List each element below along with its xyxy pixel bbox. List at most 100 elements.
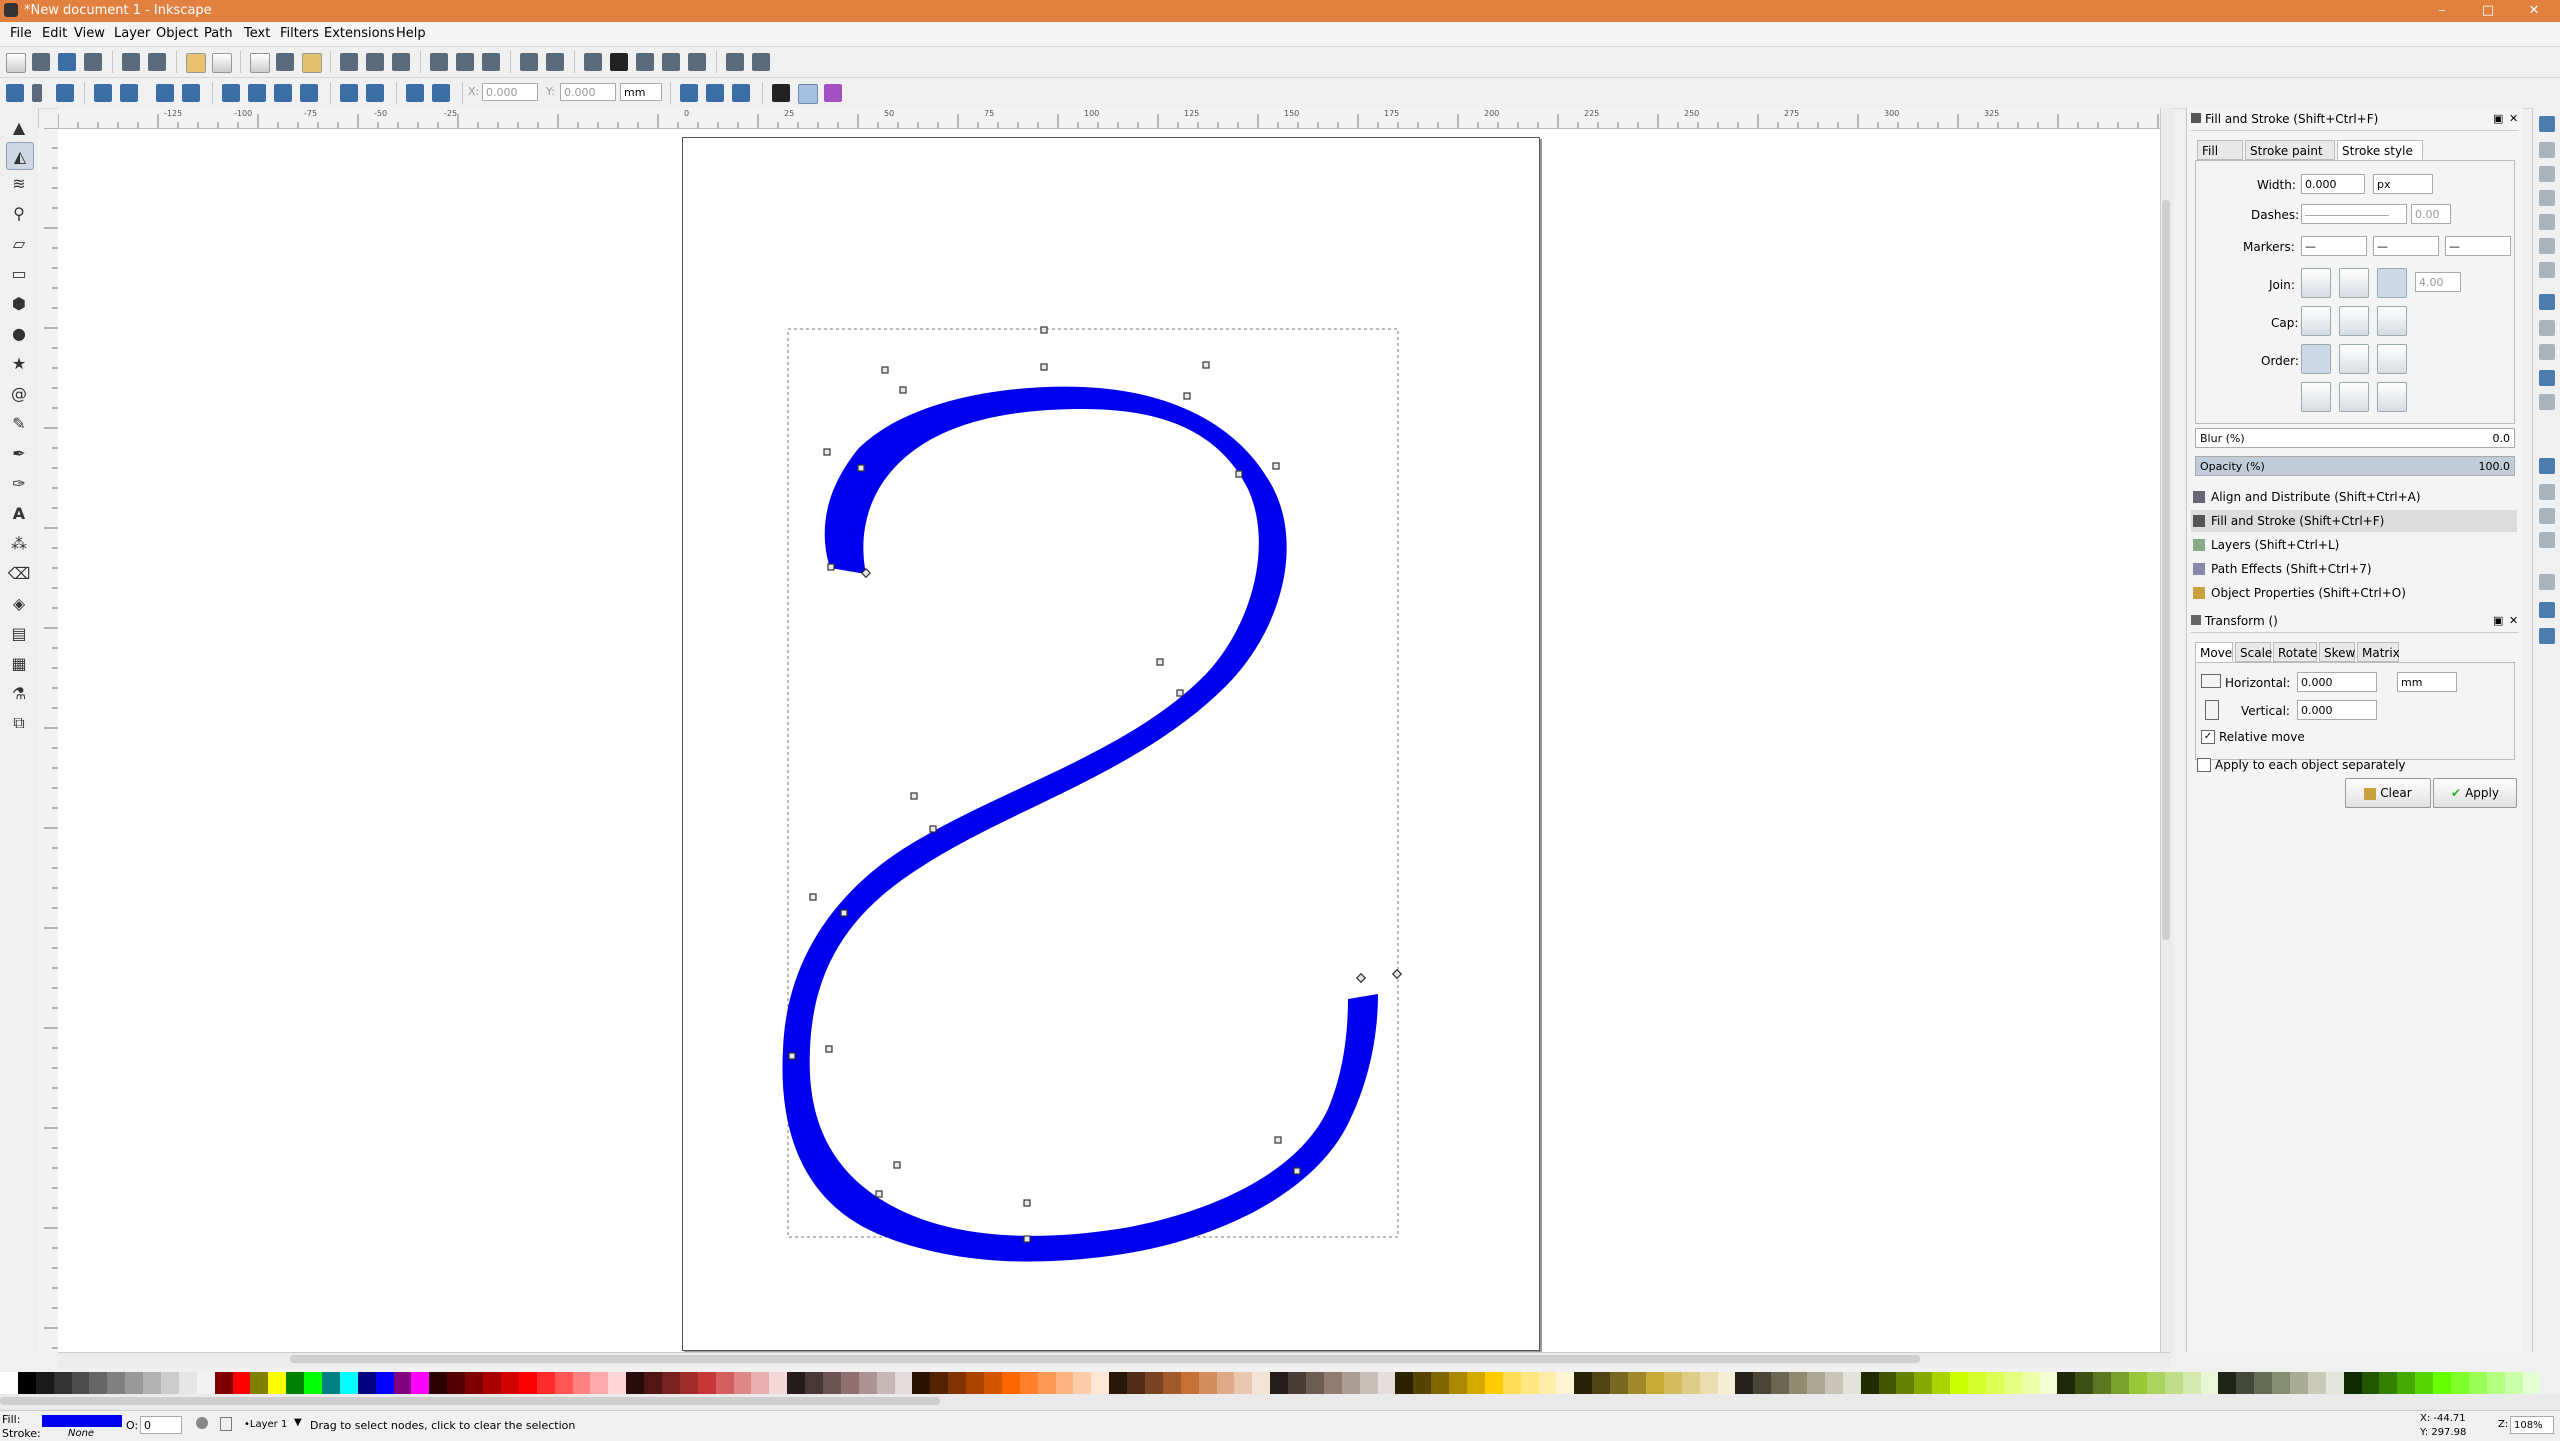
x-coordinate-input[interactable]: 0.000 <box>482 83 538 101</box>
dashes-select[interactable] <box>2301 204 2407 224</box>
menu-object[interactable]: Object <box>156 26 198 41</box>
duplicate-icon[interactable] <box>430 53 448 71</box>
palette-swatch[interactable] <box>2003 1372 2022 1394</box>
path-node[interactable] <box>899 386 907 394</box>
palette-swatch[interactable] <box>1288 1372 1307 1394</box>
palette-swatch[interactable] <box>1574 1372 1593 1394</box>
palette-swatch[interactable] <box>1252 1372 1271 1394</box>
mid-marker-select[interactable]: — <box>2373 236 2439 256</box>
palette-swatch[interactable] <box>1377 1372 1396 1394</box>
menu-filters[interactable]: Filters <box>280 26 319 41</box>
apply-each-checkbox[interactable] <box>2197 758 2211 772</box>
cut-icon[interactable] <box>276 53 294 71</box>
palette-swatch[interactable] <box>787 1372 806 1394</box>
palette-swatch[interactable] <box>1091 1372 1110 1394</box>
layers-icon[interactable] <box>636 53 654 71</box>
show-handles-icon[interactable] <box>798 84 818 104</box>
palette-swatch[interactable] <box>1270 1372 1289 1394</box>
print-icon[interactable] <box>84 53 102 71</box>
measure-tool-icon[interactable]: ▱ <box>6 230 32 256</box>
palette-swatch[interactable] <box>196 1372 215 1394</box>
palette-swatch[interactable] <box>1663 1372 1682 1394</box>
palette-swatch[interactable] <box>2254 1372 2273 1394</box>
menu-path[interactable]: Path <box>204 26 233 41</box>
palette-swatch[interactable] <box>1162 1372 1181 1394</box>
unit-select[interactable]: mm <box>620 83 662 101</box>
palette-swatch[interactable] <box>161 1372 179 1394</box>
menu-file[interactable]: File <box>10 26 32 41</box>
palette-swatch[interactable] <box>375 1372 394 1394</box>
palette-swatch[interactable] <box>35 1372 54 1394</box>
relative-move-checkbox[interactable]: ✓ <box>2201 730 2215 744</box>
palette-swatch[interactable] <box>733 1372 752 1394</box>
tab-scale[interactable]: Scale <box>2235 642 2272 662</box>
path-node[interactable] <box>881 366 889 374</box>
path-node[interactable] <box>1183 392 1191 400</box>
menu-view[interactable]: View <box>74 26 105 41</box>
redo-icon[interactable] <box>212 53 232 73</box>
connector-tool-icon[interactable]: ⧉ <box>6 710 32 736</box>
palette-swatch[interactable] <box>840 1372 859 1394</box>
palette-swatch[interactable] <box>1484 1372 1503 1394</box>
text-tool-icon[interactable]: A <box>6 500 32 526</box>
palette-swatch[interactable] <box>2433 1372 2452 1394</box>
palette-swatch[interactable] <box>232 1372 251 1394</box>
palette-swatch[interactable] <box>518 1372 537 1394</box>
palette-swatch[interactable] <box>1914 1372 1933 1394</box>
move-unit-select[interactable]: mm <box>2397 672 2457 692</box>
palette-swatch[interactable] <box>286 1372 305 1394</box>
dashes-offset-input[interactable]: 0.00 <box>2411 204 2451 224</box>
undo-icon[interactable] <box>186 53 206 73</box>
dock-layers[interactable]: Layers (Shift+Ctrl+L) <box>2191 534 2517 556</box>
width-input[interactable]: 0.000 <box>2301 174 2365 194</box>
join-round-button[interactable] <box>2339 268 2369 298</box>
palette-swatch[interactable] <box>1323 1372 1342 1394</box>
path-node[interactable] <box>1023 1235 1031 1243</box>
align-icon[interactable] <box>688 53 706 71</box>
pen-tool-icon[interactable]: ✒ <box>6 440 32 466</box>
palette-swatch[interactable] <box>1180 1372 1199 1394</box>
palette-swatch[interactable] <box>1198 1372 1217 1394</box>
palette-swatch[interactable] <box>1520 1372 1539 1394</box>
palette-swatch[interactable] <box>1556 1372 1575 1394</box>
palette-swatch[interactable] <box>447 1372 466 1394</box>
palette-swatch[interactable] <box>1073 1372 1092 1394</box>
menu-edit[interactable]: Edit <box>42 26 67 41</box>
palette-swatch[interactable] <box>1645 1372 1664 1394</box>
snap-intersection-icon[interactable] <box>2539 344 2555 360</box>
palette-swatch[interactable] <box>1341 1372 1360 1394</box>
palette-swatch[interactable] <box>1717 1372 1736 1394</box>
snap-cusp-icon[interactable] <box>2539 370 2555 386</box>
palette-swatch[interactable] <box>2415 1372 2434 1394</box>
palette-swatch[interactable] <box>2057 1372 2076 1394</box>
stroke-to-path-icon[interactable] <box>432 84 450 102</box>
palette-swatch[interactable] <box>429 1372 448 1394</box>
order-markers-fill-stroke-button[interactable] <box>2301 382 2331 412</box>
palette-swatch[interactable] <box>1771 1372 1790 1394</box>
apply-button[interactable]: ✔ Apply <box>2433 778 2517 808</box>
palette-swatch[interactable] <box>1109 1372 1128 1394</box>
spiral-tool-icon[interactable]: @ <box>6 380 32 406</box>
palette-swatch[interactable] <box>2379 1372 2398 1394</box>
palette-swatch[interactable] <box>894 1372 913 1394</box>
miter-limit-input[interactable]: 4.00 <box>2415 272 2461 292</box>
snap-bbox-midpoint-icon[interactable] <box>2539 214 2555 230</box>
palette-swatch[interactable] <box>1306 1372 1324 1394</box>
palette-swatch[interactable] <box>1681 1372 1700 1394</box>
snap-bbox-extra-icon[interactable] <box>2539 262 2555 278</box>
menu-text[interactable]: Text <box>244 26 270 41</box>
new-document-icon[interactable] <box>6 53 26 73</box>
path-node[interactable] <box>857 464 865 472</box>
width-unit-select[interactable]: px <box>2373 174 2433 194</box>
node-symmetric-icon[interactable] <box>274 84 292 102</box>
palette-swatch[interactable] <box>2468 1372 2487 1394</box>
path-node[interactable] <box>1023 1199 1031 1207</box>
zoom-tool-icon[interactable]: ⚲ <box>6 200 32 226</box>
snap-guides-icon[interactable] <box>2539 628 2555 644</box>
palette-swatch[interactable] <box>1449 1372 1468 1394</box>
palette-swatch[interactable] <box>1896 1372 1915 1394</box>
node-tool-icon[interactable]: ◭ <box>6 142 34 170</box>
tab-stroke-style[interactable]: Stroke style <box>2337 140 2423 160</box>
delete-node-icon[interactable] <box>56 84 74 102</box>
palette-scrollbar[interactable] <box>0 1394 2560 1410</box>
